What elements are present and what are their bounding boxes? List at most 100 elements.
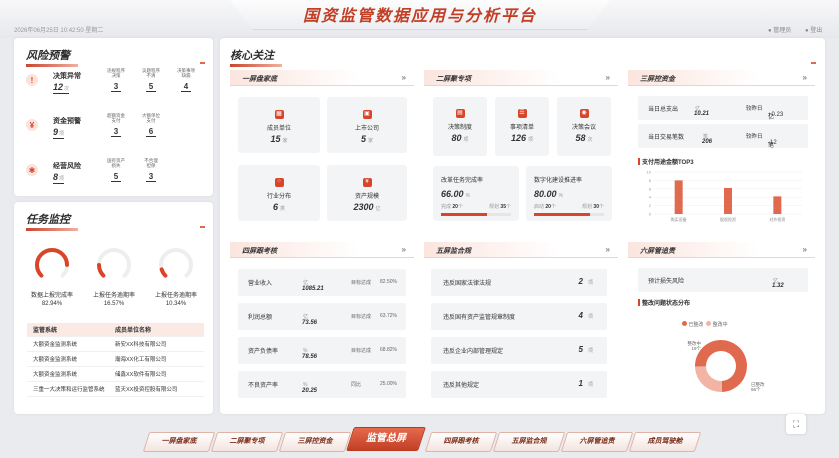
alert-icon: !	[26, 74, 38, 86]
y-tick-label: 0	[649, 212, 652, 217]
table-row[interactable]: 大额资金监测系统 储鑫XX软件有限公司	[27, 367, 204, 382]
tab-4[interactable]: 监管总屏	[346, 427, 426, 451]
panel-tag	[200, 62, 205, 64]
tab-label: 监管总屏	[366, 433, 406, 444]
kpi-row[interactable]: 不良资产率 20.25% 同比 25.00%	[238, 371, 406, 398]
y-tick-label: 6	[649, 186, 652, 191]
stat-daily-expense[interactable]: 当日总支出 10.21 亿 较昨日 +0.23 亿	[638, 96, 808, 121]
panel-tag	[811, 62, 816, 64]
ring-chart	[35, 248, 69, 282]
screen5-header[interactable]: 五屏监合规»	[424, 242, 618, 258]
screen1-header[interactable]: 一屏盘家底»	[230, 70, 414, 86]
more-icon: »	[802, 73, 807, 82]
x-tick-label: 对外投资	[769, 216, 785, 222]
risk-row-operation[interactable]: ✱ 经营风险 8项 国有资产 损失 5 不合理 担保 3	[26, 158, 206, 198]
risk-row-decision[interactable]: ! 决策异常 12次 违规程序 决策 3 议题程序 不清 5 决策事项 缺漏 4	[26, 68, 206, 108]
screen4-header[interactable]: 四屏跟考核»	[230, 242, 414, 258]
bar	[773, 196, 782, 214]
tab-label: 五屏监合规	[511, 438, 547, 445]
settings-button[interactable]: ● 管理员	[768, 25, 791, 34]
compliance-row[interactable]: 违反企业内部管理规定 5 项	[431, 337, 607, 364]
payment-chart-title: 支付用途金额TOP3	[638, 157, 694, 166]
tab-5[interactable]: 四屏跟考核	[424, 432, 498, 452]
rectify-chart-title: 整改问题状态分布	[637, 298, 690, 307]
progress-digital[interactable]: 数字化建设推进率 80.00% 启动 20个 规划 30个	[526, 166, 612, 221]
screen3-header[interactable]: 三屏控资金»	[628, 70, 815, 86]
progress-reform[interactable]: 改革任务完成率 66.00% 完成 20个 规划 35个	[433, 166, 519, 221]
pie-legend: 已整改 整改中	[682, 321, 728, 328]
risk-sub[interactable]: 大额单位 支付 6	[137, 113, 165, 138]
y-tick-label: 4	[649, 195, 652, 200]
logout-button[interactable]: ● 登出	[805, 25, 822, 34]
tab-label: 二屏聚专项	[229, 438, 265, 445]
x-tick-label: 股权投资	[720, 216, 736, 222]
x-tick-label: 购买设备	[671, 216, 687, 222]
risk-sub[interactable]: 违规程序 决策 3	[102, 68, 130, 93]
tab-7[interactable]: 六屏管追责	[560, 432, 634, 452]
compliance-row[interactable]: 违反国家法律法规 2 项	[431, 269, 607, 296]
stat-member-units[interactable]: ▦ 成员单位 15 家	[238, 97, 320, 153]
gear-alert-icon: ✱	[26, 164, 38, 176]
stat-decision-rules[interactable]: ▤ 决策制度 80 项	[433, 97, 487, 156]
slice-label: 56个	[751, 387, 761, 392]
compliance-row[interactable]: 违反其他规定 1 项	[431, 371, 607, 398]
core-panel-title: 核心关注	[230, 47, 282, 67]
risk-panel-title: 风险预警	[26, 47, 78, 67]
screen6-header[interactable]: 六屏管追责»	[628, 242, 815, 258]
tab-label: 成员驾驶舱	[647, 438, 683, 445]
ring-chart	[159, 248, 193, 282]
fullscreen-button[interactable]: ⛶	[786, 414, 806, 434]
app-title: 国资监管数据应用与分析平台	[302, 8, 537, 25]
table-header: 监管系统 成员单位名称	[27, 323, 204, 337]
risk-sub[interactable]: 议题程序 不清 5	[137, 68, 165, 93]
risk-sub[interactable]: 不合理 担保 3	[137, 158, 165, 183]
table-row[interactable]: 大额资金监测系统 新安XX科技有限公司	[27, 337, 204, 352]
tab-3[interactable]: 三屏控资金	[278, 432, 352, 452]
kpi-row[interactable]: 利润总额 73.56 亿目标达成 63.72%	[238, 303, 406, 330]
y-tick-label: 8	[649, 178, 652, 183]
more-icon: »	[401, 73, 406, 82]
stat-meetings[interactable]: ◉ 决策会议 58 次	[557, 97, 611, 156]
risk-row-fund[interactable]: ¥ 资金预警 9项 超额资金 支付 3 大额单位 支付 6	[26, 113, 206, 153]
more-icon: »	[802, 245, 807, 254]
stat-daily-transactions[interactable]: 当日交易笔数 206 笔 较昨日 -12 笔	[638, 124, 808, 149]
kpi-row[interactable]: 资产负债率 78.56% 目标达成 68.82%	[238, 337, 406, 364]
document-icon: ▤	[455, 109, 465, 118]
compliance-row[interactable]: 违反国有资产监管规章制度 4 项	[431, 303, 607, 330]
datetime: 2026年06月25日 10:42:50 星期二	[14, 28, 104, 34]
tab-label: 四屏跟考核	[443, 438, 479, 445]
pie-slice	[695, 366, 723, 392]
stat-industry[interactable]: ⁘ 行业分布 6 类	[238, 165, 320, 221]
list-icon: ☰	[517, 109, 527, 118]
stat-assets[interactable]: ¥ 资产规模 2300 亿	[327, 165, 407, 221]
tab-label: 三屏控资金	[297, 438, 333, 445]
header: 国资监管数据应用与分析平台 2026年06月25日 10:42:50 星期二 ●…	[0, 0, 839, 38]
kpi-row[interactable]: 营业收入 1085.21 亿目标达成 82.50%	[238, 269, 406, 296]
table-row[interactable]: 大额资金监测系统 瀚海XX化工有限公司	[27, 352, 204, 367]
panel-tag	[200, 226, 205, 228]
tab-1[interactable]: 一屏盘家底	[142, 432, 216, 452]
logout-icon: ●	[805, 28, 809, 34]
tab-label: 六屏管追责	[579, 438, 615, 445]
risk-sub[interactable]: 国有资产 损失 5	[102, 158, 130, 183]
coin-icon: ¥	[362, 178, 372, 187]
loss-risk[interactable]: 预计损失风险 1.32 亿	[638, 268, 808, 292]
company-icon: ▣	[362, 110, 372, 119]
tab-2[interactable]: 二屏聚专项	[210, 432, 284, 452]
ring-label: 数据上报完成率 82.94%	[30, 293, 73, 308]
screen2-header[interactable]: 二屏聚专项»	[424, 70, 618, 86]
progress-bar	[534, 213, 604, 216]
tab-8[interactable]: 成员驾驶舱	[628, 432, 702, 452]
table-row[interactable]: 三重一大决策和运行监管系统 蓝天XX投资控股有限公司	[27, 382, 204, 397]
ring-chart	[96, 248, 131, 282]
risk-sub[interactable]: 超额资金 支付 3	[102, 113, 130, 138]
bar	[674, 180, 683, 214]
tab-label: 一屏盘家底	[161, 438, 197, 445]
y-tick-label: 2	[649, 203, 652, 208]
stat-listed-companies[interactable]: ▣ 上市公司 5 家	[327, 97, 407, 153]
risk-sub[interactable]: 决策事项 缺漏 4	[172, 68, 200, 93]
y-tick-label: 10	[647, 170, 652, 175]
tab-6[interactable]: 五屏监合规	[492, 432, 566, 452]
settings-icon: ●	[768, 28, 772, 34]
stat-item-list[interactable]: ☰ 事项清单 126 项	[495, 97, 549, 156]
